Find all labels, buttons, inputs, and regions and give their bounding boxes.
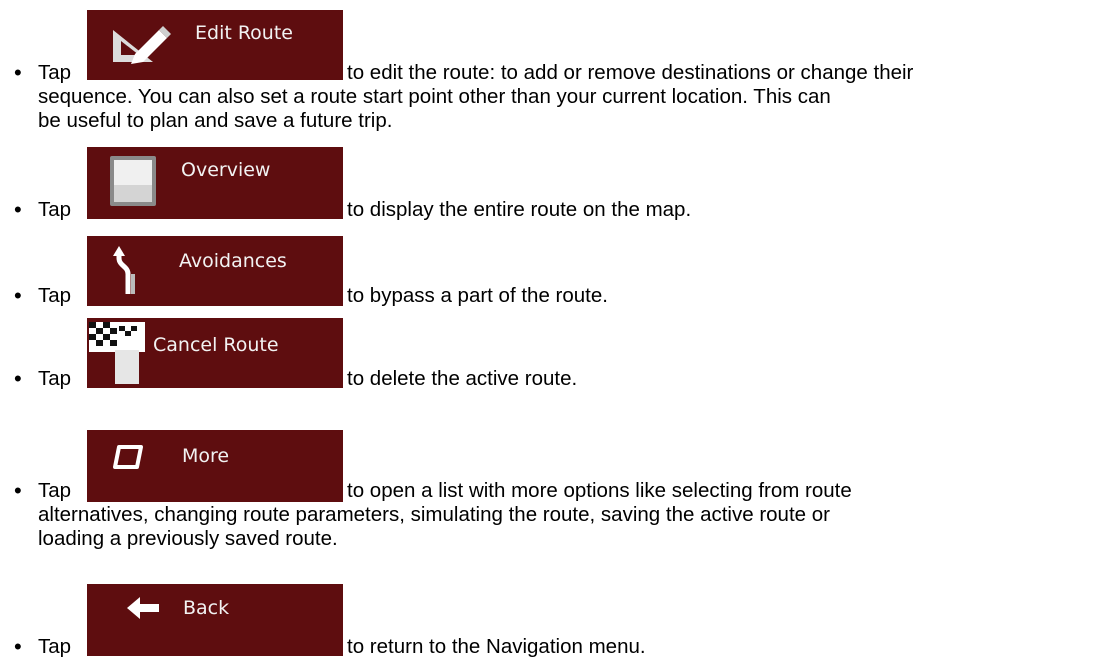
- back-arrow-icon: [127, 596, 159, 624]
- back-button[interactable]: Back: [87, 584, 343, 656]
- button-label: Avoidances: [179, 250, 287, 272]
- description-line: to bypass a part of the route.: [347, 284, 608, 307]
- overview-icon: [109, 155, 157, 211]
- bullet: •: [14, 197, 22, 222]
- description-line: be useful to plan and save a future trip…: [38, 109, 393, 132]
- edit-route-icon: [109, 24, 171, 70]
- bullet: •: [14, 478, 22, 503]
- bullet: •: [14, 366, 22, 391]
- bullet: •: [14, 634, 22, 659]
- description-line: sequence. You can also set a route start…: [38, 85, 831, 108]
- description-line: alternatives, changing route parameters,…: [38, 503, 830, 526]
- tap-text: Tap: [38, 284, 72, 307]
- bullet: •: [14, 60, 22, 85]
- more-button[interactable]: More: [87, 430, 343, 502]
- button-label: Back: [183, 597, 230, 619]
- description-line: to edit the route: to add or remove dest…: [347, 61, 914, 84]
- button-label: Edit Route: [195, 22, 293, 44]
- avoidances-button[interactable]: Avoidances: [87, 236, 343, 306]
- tap-text: Tap: [38, 479, 72, 502]
- more-icon: [113, 444, 143, 474]
- description-line: to open a list with more options like se…: [347, 479, 852, 502]
- tap-text: Tap: [38, 635, 72, 658]
- button-label: More: [182, 445, 230, 467]
- description-line: to return to the Navigation menu.: [347, 635, 646, 658]
- checkered-flag-icon: [89, 322, 145, 388]
- tap-text: Tap: [38, 367, 72, 390]
- avoidances-icon: [113, 244, 139, 300]
- description-line: to display the entire route on the map.: [347, 198, 692, 221]
- description-line: to delete the active route.: [347, 367, 578, 390]
- button-label: Overview: [181, 159, 271, 181]
- overview-button[interactable]: Overview: [87, 147, 343, 219]
- button-label: Cancel Route: [153, 334, 279, 356]
- description-line: loading a previously saved route.: [38, 527, 338, 550]
- tap-text: Tap: [38, 61, 72, 84]
- tap-text: Tap: [38, 198, 72, 221]
- cancel-route-button[interactable]: Cancel Route: [87, 318, 343, 388]
- edit-route-button[interactable]: Edit Route: [87, 10, 343, 80]
- bullet: •: [14, 283, 22, 308]
